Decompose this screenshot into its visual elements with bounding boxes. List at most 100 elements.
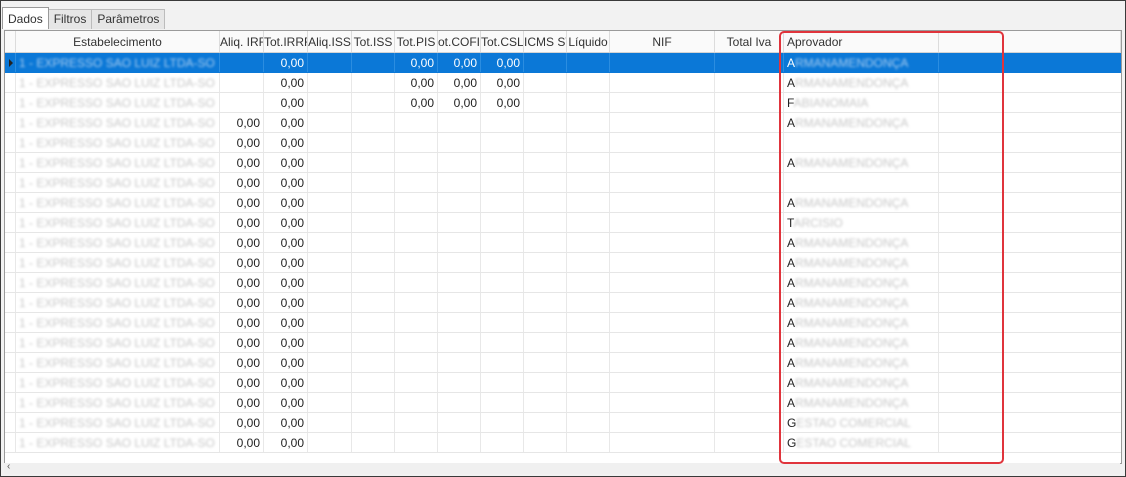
- cell-tot_cofins[interactable]: [438, 193, 481, 212]
- cell-estabelecimento[interactable]: 1 - EXPRESSO SAO LUIZ LTDA-SO: [16, 173, 220, 192]
- cell-nif[interactable]: [610, 193, 715, 212]
- cell-aprovador[interactable]: GESTAO COMERCIAL: [784, 413, 939, 432]
- cell-tot_cofins[interactable]: [438, 153, 481, 172]
- cell-liquido[interactable]: [567, 173, 610, 192]
- cell-nif[interactable]: [610, 293, 715, 312]
- cell-tot_irrf[interactable]: 0,00: [264, 413, 308, 432]
- cell-nif[interactable]: [610, 93, 715, 112]
- cell-aliq_irr[interactable]: 0,00: [220, 113, 264, 132]
- cell-liquido[interactable]: [567, 433, 610, 452]
- cell-icms_st[interactable]: [524, 333, 567, 352]
- cell-aliq_iss[interactable]: [308, 273, 352, 292]
- cell-icms_st[interactable]: [524, 93, 567, 112]
- cell-liquido[interactable]: [567, 293, 610, 312]
- column-header-icms_st[interactable]: ICMS ST: [524, 31, 567, 52]
- cell-tot_csll[interactable]: [481, 393, 524, 412]
- cell-tot_csll[interactable]: 0,00: [481, 53, 524, 72]
- cell-tot_pis[interactable]: [395, 273, 438, 292]
- cell-icms_st[interactable]: [524, 353, 567, 372]
- table-row[interactable]: 1 - EXPRESSO SAO LUIZ LTDA-SO 0,00 0,00 0,0…: [5, 53, 1121, 73]
- cell-icms_st[interactable]: [524, 433, 567, 452]
- cell-tot_csll[interactable]: [481, 173, 524, 192]
- cell-estabelecimento[interactable]: 1 - EXPRESSO SAO LUIZ LTDA-SO: [16, 113, 220, 132]
- cell-tot_cofins[interactable]: 0,00: [438, 73, 481, 92]
- cell-aliq_irr[interactable]: 0,00: [220, 173, 264, 192]
- cell-extra[interactable]: [939, 373, 1121, 392]
- cell-nif[interactable]: [610, 413, 715, 432]
- table-row[interactable]: 1 - EXPRESSO SAO LUIZ LTDA-SO 0,00 0,00 GES…: [5, 433, 1121, 453]
- cell-extra[interactable]: [939, 393, 1121, 412]
- cell-liquido[interactable]: [567, 313, 610, 332]
- cell-tot_iss[interactable]: [352, 293, 395, 312]
- cell-tot_pis[interactable]: [395, 113, 438, 132]
- cell-aliq_irr[interactable]: 0,00: [220, 213, 264, 232]
- column-header-tot_pis[interactable]: Tot.PIS: [395, 31, 438, 52]
- cell-extra[interactable]: [939, 53, 1121, 72]
- cell-estabelecimento[interactable]: 1 - EXPRESSO SAO LUIZ LTDA-SO: [16, 393, 220, 412]
- column-header-aprovador[interactable]: Aprovador: [784, 31, 939, 52]
- cell-tot_cofins[interactable]: [438, 413, 481, 432]
- cell-tot_iss[interactable]: [352, 193, 395, 212]
- cell-tot_cofins[interactable]: [438, 173, 481, 192]
- cell-aprovador[interactable]: FABIANOMAIA: [784, 93, 939, 112]
- cell-tot_irrf[interactable]: 0,00: [264, 73, 308, 92]
- cell-liquido[interactable]: [567, 133, 610, 152]
- table-row[interactable]: 1 - EXPRESSO SAO LUIZ LTDA-SO 0,00 0,00 ARM…: [5, 313, 1121, 333]
- cell-aliq_irr[interactable]: 0,00: [220, 233, 264, 252]
- cell-estabelecimento[interactable]: 1 - EXPRESSO SAO LUIZ LTDA-SO: [16, 313, 220, 332]
- cell-extra[interactable]: [939, 433, 1121, 452]
- cell-tot_cofins[interactable]: [438, 133, 481, 152]
- cell-extra[interactable]: [939, 213, 1121, 232]
- cell-aliq_irr[interactable]: [220, 53, 264, 72]
- cell-icms_st[interactable]: [524, 313, 567, 332]
- cell-estabelecimento[interactable]: 1 - EXPRESSO SAO LUIZ LTDA-SO: [16, 273, 220, 292]
- cell-estabelecimento[interactable]: 1 - EXPRESSO SAO LUIZ LTDA-SO: [16, 193, 220, 212]
- cell-icms_st[interactable]: [524, 373, 567, 392]
- cell-tot_pis[interactable]: [395, 293, 438, 312]
- cell-liquido[interactable]: [567, 233, 610, 252]
- cell-extra[interactable]: [939, 253, 1121, 272]
- cell-total_iva[interactable]: [715, 353, 784, 372]
- row-indicator[interactable]: [5, 293, 16, 312]
- cell-extra[interactable]: [939, 133, 1121, 152]
- cell-liquido[interactable]: [567, 53, 610, 72]
- cell-aliq_irr[interactable]: 0,00: [220, 293, 264, 312]
- cell-tot_iss[interactable]: [352, 313, 395, 332]
- cell-tot_irrf[interactable]: 0,00: [264, 273, 308, 292]
- row-indicator[interactable]: [5, 213, 16, 232]
- column-header-extra[interactable]: [939, 31, 1121, 52]
- cell-icms_st[interactable]: [524, 233, 567, 252]
- column-header-total_iva[interactable]: Total Iva: [715, 31, 784, 52]
- table-row[interactable]: 1 - EXPRESSO SAO LUIZ LTDA-SO 0,00 0,00 ARM…: [5, 373, 1121, 393]
- cell-tot_iss[interactable]: [352, 233, 395, 252]
- cell-aliq_irr[interactable]: 0,00: [220, 273, 264, 292]
- cell-aliq_irr[interactable]: 0,00: [220, 133, 264, 152]
- cell-tot_csll[interactable]: [481, 353, 524, 372]
- cell-aliq_iss[interactable]: [308, 173, 352, 192]
- cell-tot_irrf[interactable]: 0,00: [264, 333, 308, 352]
- table-row[interactable]: 1 - EXPRESSO SAO LUIZ LTDA-SO 0,00 0,00 ARM…: [5, 333, 1121, 353]
- cell-nif[interactable]: [610, 353, 715, 372]
- cell-tot_pis[interactable]: [395, 253, 438, 272]
- cell-aprovador[interactable]: ARMANAMENDONÇA: [784, 373, 939, 392]
- cell-tot_pis[interactable]: [395, 413, 438, 432]
- cell-aliq_iss[interactable]: [308, 433, 352, 452]
- table-row[interactable]: 1 - EXPRESSO SAO LUIZ LTDA-SO 0,00 0,00 ARM…: [5, 273, 1121, 293]
- cell-tot_cofins[interactable]: [438, 233, 481, 252]
- cell-aprovador[interactable]: ARMANAMENDONÇA: [784, 353, 939, 372]
- cell-tot_cofins[interactable]: 0,00: [438, 93, 481, 112]
- cell-icms_st[interactable]: [524, 413, 567, 432]
- cell-aliq_iss[interactable]: [308, 293, 352, 312]
- cell-tot_cofins[interactable]: [438, 253, 481, 272]
- cell-aprovador[interactable]: ARMANAMENDONÇA: [784, 393, 939, 412]
- cell-aprovador[interactable]: ARMANAMENDONÇA: [784, 153, 939, 172]
- cell-tot_irrf[interactable]: 0,00: [264, 93, 308, 112]
- cell-tot_cofins[interactable]: [438, 333, 481, 352]
- cell-tot_csll[interactable]: [481, 413, 524, 432]
- row-indicator[interactable]: [5, 253, 16, 272]
- cell-aliq_iss[interactable]: [308, 133, 352, 152]
- cell-nif[interactable]: [610, 313, 715, 332]
- cell-tot_csll[interactable]: [481, 373, 524, 392]
- cell-tot_irrf[interactable]: 0,00: [264, 53, 308, 72]
- row-indicator[interactable]: [5, 373, 16, 392]
